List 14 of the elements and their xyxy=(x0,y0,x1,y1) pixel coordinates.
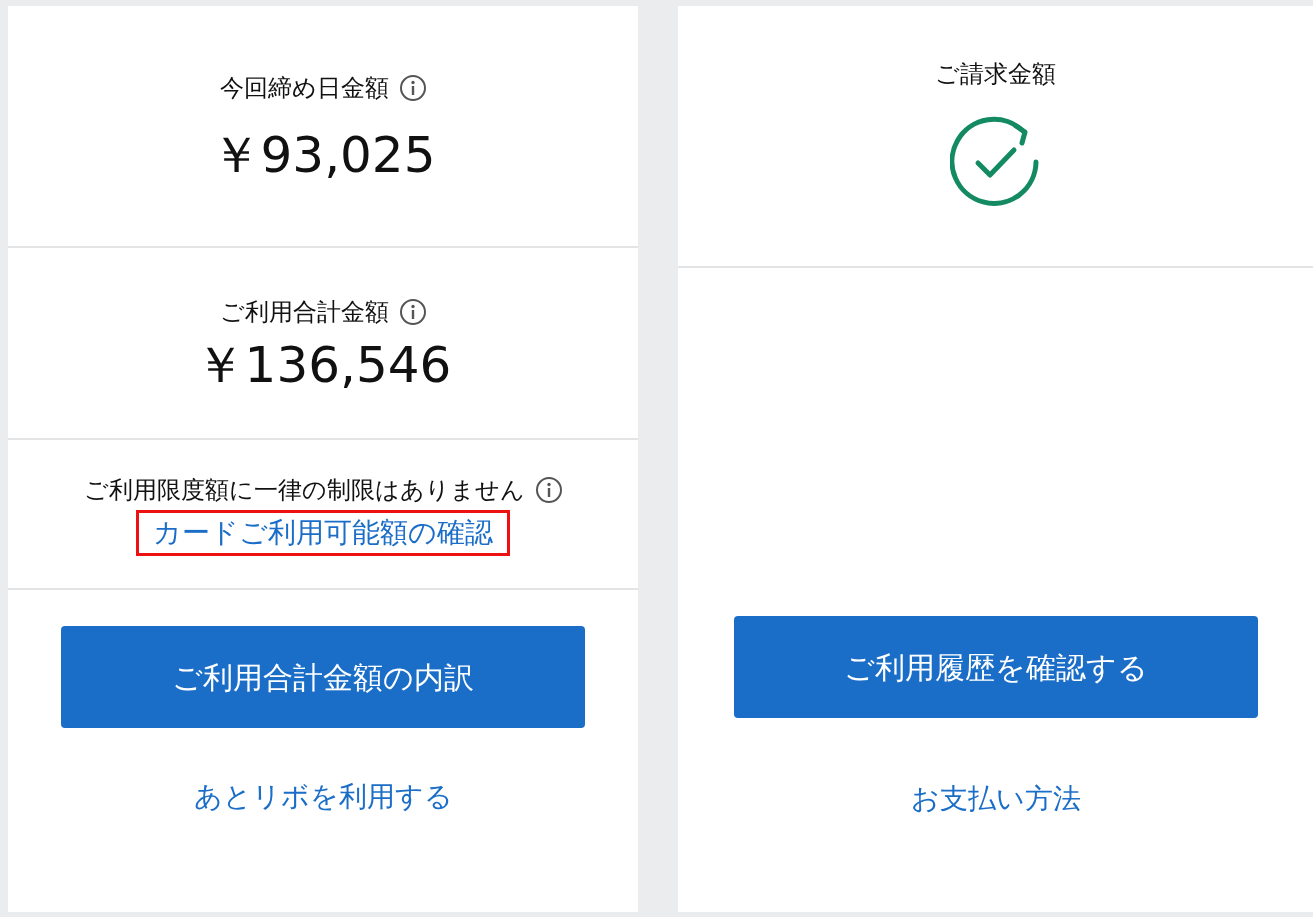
section-title: ご利用合計金額 xyxy=(219,296,389,328)
breakdown-button[interactable]: ご利用合計金額の内訳 xyxy=(61,626,585,728)
info-icon[interactable] xyxy=(398,297,427,326)
link[interactable]: お支払い方法 xyxy=(910,778,1081,820)
link[interactable]: あとリボを利用する xyxy=(193,776,453,818)
info-icon[interactable] xyxy=(534,475,563,504)
usage-history-button[interactable]: ご利用履歴を確認する xyxy=(733,616,1258,718)
section-title: ご利用限度額に一律の制限はありません xyxy=(83,474,525,506)
amount-value: ￥93,025 xyxy=(210,127,436,183)
link[interactable]: カードご利用可能額の確認 xyxy=(153,515,493,549)
amount-value: ￥136,546 xyxy=(194,337,452,393)
info-icon[interactable] xyxy=(398,73,427,102)
panel-title: ご請求金額 xyxy=(935,59,1056,90)
section-title: 今回締め日金額 xyxy=(219,72,389,104)
